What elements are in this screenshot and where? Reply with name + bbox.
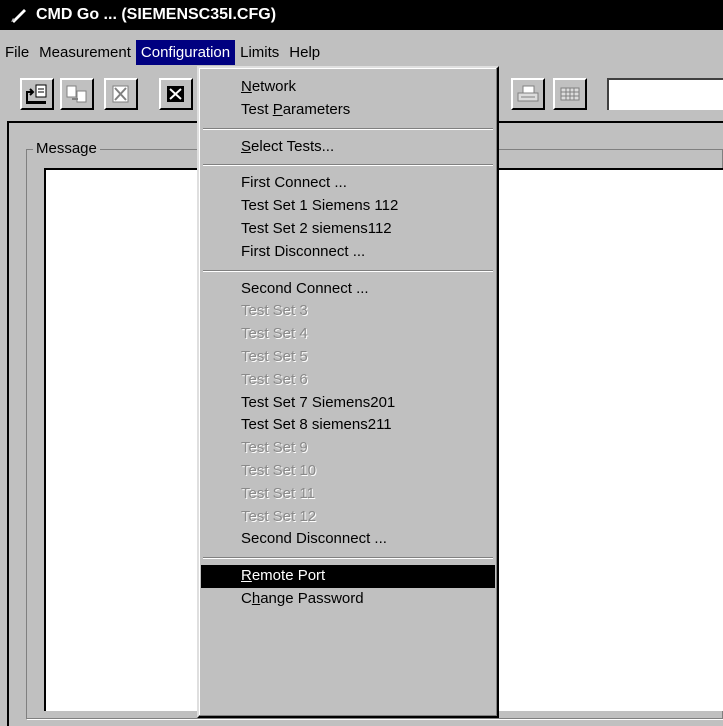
menu-help[interactable]: Help (284, 40, 325, 65)
menu-file[interactable]: File (0, 40, 34, 65)
menu-item-test-set-4: Test Set 4 (241, 325, 308, 343)
copy-test-icon (66, 85, 87, 103)
print-button[interactable] (511, 78, 545, 110)
app-icon[interactable] (10, 7, 28, 23)
menu-item-test-set-8[interactable]: Test Set 8 siemens211 (199, 414, 497, 437)
menu-bar: File Measurement Configuration Limits He… (0, 38, 325, 66)
configuration-dropdown: Network Test Parameters Select Tests... … (197, 66, 499, 718)
menu-item-change-password[interactable]: Change Password (199, 588, 497, 611)
menu-item-remote-port[interactable]: Remote Port (201, 565, 495, 588)
stop-icon (167, 86, 184, 102)
menu-item-first-disconnect[interactable]: First Disconnect ... (199, 241, 497, 264)
toolbar-input[interactable] (607, 78, 723, 110)
menu-item-test-set-11: Test Set 11 (241, 484, 315, 502)
message-group-label: Message (33, 140, 100, 158)
menu-item-select-tests[interactable]: Select Tests... (199, 136, 497, 159)
grid-button[interactable] (553, 78, 587, 110)
menu-item-network[interactable]: Network (199, 76, 497, 99)
menu-separator (203, 269, 493, 272)
menu-item-test-set-2[interactable]: Test Set 2 siemens112 (199, 218, 497, 241)
print-icon (517, 85, 539, 102)
menu-item-test-set-9: Test Set 9 (241, 439, 308, 457)
title-bar: CMD Go ... (SIEMENSC35I.CFG) (0, 0, 723, 30)
menu-item-first-connect[interactable]: First Connect ... (199, 172, 497, 195)
menu-configuration[interactable]: Configuration (135, 39, 236, 65)
menu-item-test-set-5: Test Set 5 (241, 347, 308, 365)
menu-separator (203, 557, 493, 560)
copy-test-button[interactable] (60, 78, 94, 110)
open-config-button[interactable] (20, 78, 54, 110)
menu-separator (203, 127, 493, 130)
menu-item-test-set-10: Test Set 10 (241, 461, 317, 479)
delete-icon (112, 85, 129, 103)
stop-button[interactable] (159, 78, 193, 110)
menu-separator (203, 164, 493, 167)
grid-icon (560, 87, 580, 101)
menu-item-test-parameters[interactable]: Test Parameters (199, 99, 497, 122)
open-config-icon (26, 84, 47, 104)
menu-item-test-set-3: Test Set 3 (241, 302, 308, 320)
menu-item-test-set-1[interactable]: Test Set 1 Siemens 112 (199, 195, 497, 218)
menu-item-second-disconnect[interactable]: Second Disconnect ... (199, 528, 497, 551)
menu-item-test-set-6: Test Set 6 (241, 370, 308, 388)
menu-measurement[interactable]: Measurement (34, 40, 136, 65)
window-title: CMD Go ... (SIEMENSC35I.CFG) (36, 6, 277, 23)
menu-item-second-connect[interactable]: Second Connect ... (199, 278, 497, 301)
menu-item-test-set-7[interactable]: Test Set 7 Siemens201 (199, 392, 497, 415)
menu-limits[interactable]: Limits (235, 40, 284, 65)
delete-button[interactable] (104, 78, 138, 110)
menu-item-test-set-12: Test Set 12 (241, 507, 317, 525)
